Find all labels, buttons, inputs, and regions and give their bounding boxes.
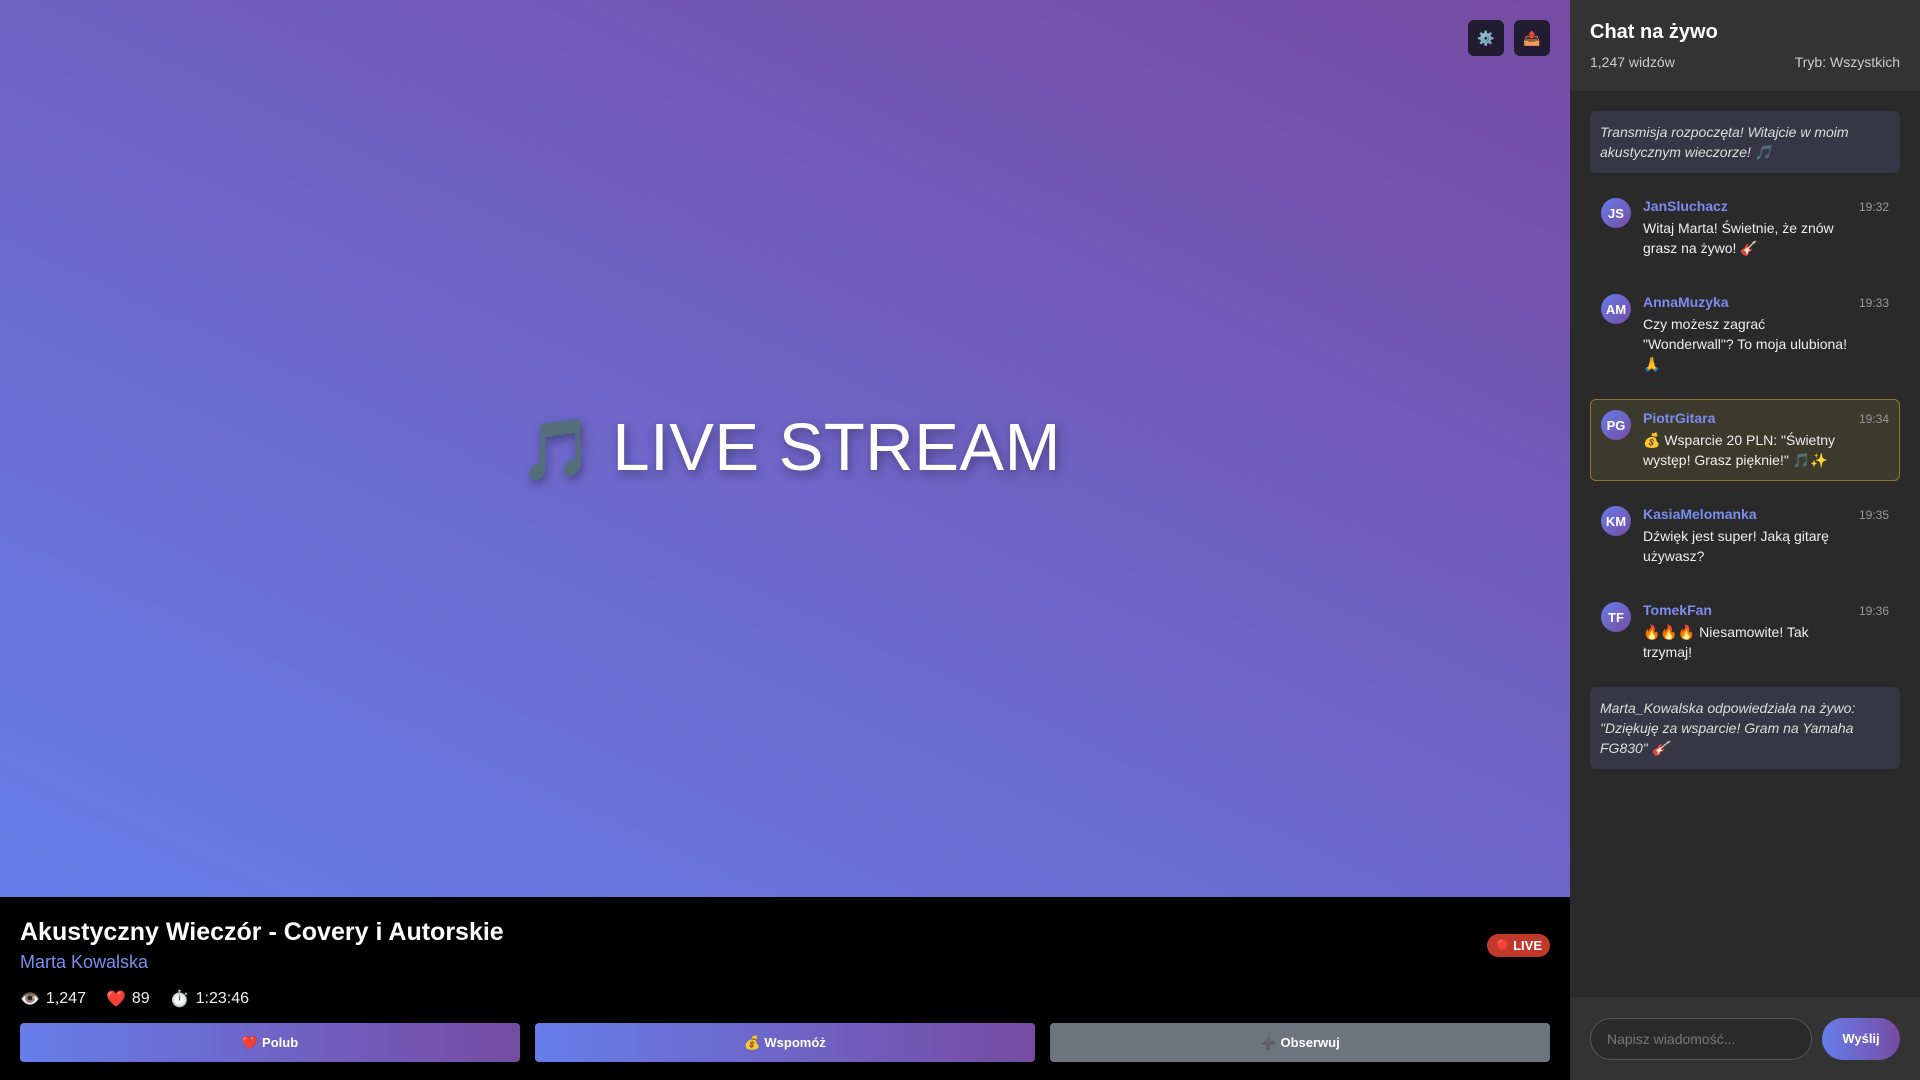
avatar[interactable]: TF	[1601, 602, 1631, 632]
chat-mode[interactable]: Tryb: Wszystkich	[1795, 54, 1900, 70]
likes-count: 89	[131, 990, 150, 1007]
chat-message-input[interactable]	[1590, 1017, 1812, 1060]
music-note-icon: 🎵	[519, 416, 595, 483]
message-username[interactable]: TomekFan	[1643, 602, 1712, 618]
message-text: Witaj Marta! Świetnie, że znów grasz na …	[1643, 220, 1834, 256]
video-title: 🎵 LIVE STREAM	[519, 409, 1061, 486]
live-dot-icon: 🔴	[1496, 940, 1510, 951]
donation-message: PG PiotrGitara 19:34 💰 Wsparcie 20 PLN: …	[1590, 399, 1900, 481]
message-username[interactable]: PiotrGitara	[1643, 410, 1715, 426]
stopwatch-icon: ⏱️	[169, 991, 190, 1008]
stream-info: Akustyczny Wieczór - Covery i Autorskie …	[0, 897, 1570, 1062]
send-button[interactable]: Wyślij	[1822, 1017, 1900, 1060]
video-player[interactable]: 🎵 LIVE STREAM ⚙️ 📤	[0, 0, 1570, 897]
heart-icon: ❤️	[105, 991, 126, 1008]
message-time: 19:34	[1858, 412, 1889, 426]
avatar[interactable]: AM	[1601, 294, 1631, 324]
follow-label: Obserwuj	[1280, 1035, 1340, 1050]
app: 🎵 LIVE STREAM ⚙️ 📤 Akustyczny Wieczór - C…	[0, 0, 1920, 1080]
like-label: Polub	[262, 1035, 299, 1050]
like-button[interactable]: ❤️ Polub	[20, 1023, 520, 1062]
avatar[interactable]: PG	[1601, 410, 1631, 440]
stream-title: Akustyczny Wieczór - Covery i Autorskie	[20, 918, 504, 946]
streamer-name[interactable]: Marta Kowalska	[20, 951, 1550, 973]
live-badge: 🔴 LIVE	[1486, 934, 1550, 957]
chat-message: TF TomekFan 19:36 🔥🔥🔥 Niesamowite! Tak t…	[1590, 591, 1900, 673]
viewers-count: 1,247	[45, 990, 86, 1007]
stream-actions: ❤️ Polub 💰 Wspomóż ➕ Obserwuj	[20, 1023, 1550, 1062]
message-username[interactable]: KasiaMelomanka	[1643, 506, 1757, 522]
chat-header: Chat na żywo 1,247 widzów Tryb: Wszystki…	[1570, 0, 1920, 91]
share-icon: 📤	[1523, 29, 1541, 46]
streamer-reply-message: Marta_Kowalska odpowiedziała na żywo: "D…	[1590, 687, 1900, 769]
settings-button[interactable]: ⚙️	[1468, 20, 1504, 56]
message-time: 19:33	[1858, 296, 1889, 310]
message-text: 💰 Wsparcie 20 PLN: "Świetny występ! Gras…	[1643, 432, 1836, 468]
message-time: 19:32	[1858, 200, 1889, 214]
message-time: 19:36	[1858, 604, 1889, 618]
duration-value: 1:23:46	[195, 990, 249, 1007]
avatar[interactable]: KM	[1601, 506, 1631, 536]
share-button[interactable]: 📤	[1514, 20, 1550, 56]
video-controls: ⚙️ 📤	[1468, 20, 1550, 56]
message-time: 19:35	[1858, 508, 1889, 522]
stream-stats: 👁️ 1,247 ❤️ 89 ⏱️ 1:23:46	[20, 989, 1550, 1009]
chat-panel: Chat na żywo 1,247 widzów Tryb: Wszystki…	[1570, 0, 1920, 1080]
likes-stat: ❤️ 89	[106, 989, 150, 1009]
chat-message: KM KasiaMelomanka 19:35 Dźwięk jest supe…	[1590, 495, 1900, 577]
chat-message: JS JanSluchacz 19:32 Witaj Marta! Świetn…	[1590, 187, 1900, 269]
follow-button[interactable]: ➕ Obserwuj	[1050, 1023, 1550, 1062]
chat-message: AM AnnaMuzyka 19:33 Czy możesz zagrać "W…	[1590, 283, 1900, 385]
donate-button[interactable]: 💰 Wspomóż	[535, 1023, 1035, 1062]
chat-input-bar: Wyślij	[1570, 997, 1920, 1080]
chat-meta: 1,247 widzów Tryb: Wszystkich	[1590, 54, 1900, 70]
live-badge-label: LIVE	[1513, 938, 1542, 953]
chat-messages[interactable]: Transmisja rozpoczęta! Witajcie w moim a…	[1570, 91, 1920, 997]
avatar[interactable]: JS	[1601, 198, 1631, 228]
settings-icon: ⚙️	[1477, 29, 1495, 46]
message-text: 🔥🔥🔥 Niesamowite! Tak trzymaj!	[1643, 624, 1809, 660]
system-message: Transmisja rozpoczęta! Witajcie w moim a…	[1590, 111, 1900, 173]
message-username[interactable]: JanSluchacz	[1643, 198, 1728, 214]
duration-stat: ⏱️ 1:23:46	[170, 989, 249, 1009]
plus-icon: ➕	[1260, 1034, 1277, 1050]
message-username[interactable]: AnnaMuzyka	[1643, 294, 1729, 310]
donate-label: Wspomóż	[764, 1035, 826, 1050]
stream-column: 🎵 LIVE STREAM ⚙️ 📤 Akustyczny Wieczór - C…	[0, 0, 1570, 1080]
message-text: Czy możesz zagrać "Wonderwall"? To moja …	[1643, 316, 1847, 372]
chat-viewers: 1,247 widzów	[1590, 54, 1675, 70]
heart-icon: ❤️	[241, 1034, 259, 1050]
video-title-text: LIVE STREAM	[612, 410, 1061, 485]
money-bag-icon: 💰	[744, 1034, 761, 1050]
viewers-stat: 👁️ 1,247	[20, 989, 86, 1009]
message-text: Dźwięk jest super! Jaką gitarę używasz?	[1643, 528, 1829, 564]
eye-icon: 👁️	[20, 991, 40, 1008]
chat-title: Chat na żywo	[1590, 21, 1718, 43]
